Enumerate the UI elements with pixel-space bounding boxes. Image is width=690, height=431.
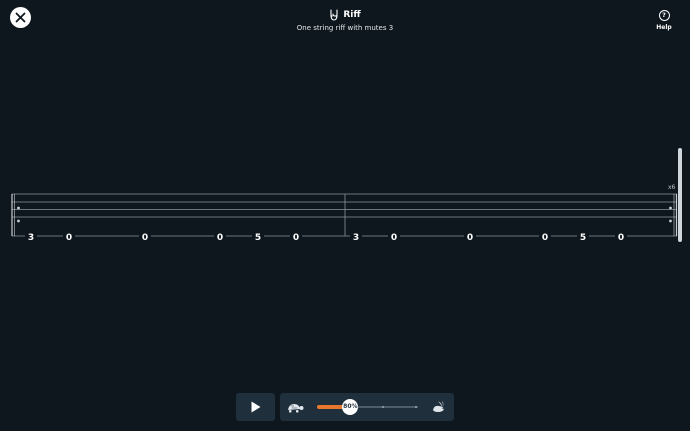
close-icon xyxy=(15,12,26,23)
fret-number: 0 xyxy=(542,233,548,243)
turtle-icon[interactable] xyxy=(286,400,304,414)
help-icon: ? xyxy=(658,10,670,21)
repeat-dot xyxy=(17,219,20,223)
title-row: Riff xyxy=(245,8,445,22)
help-label: Help xyxy=(656,24,672,31)
tab-staff: 3 0 0 0 5 0 3 0 0 0 5 0 xyxy=(11,193,678,243)
fret-number: 5 xyxy=(255,233,261,243)
speed-slider-thumb[interactable]: 80% xyxy=(342,399,359,415)
fret-number: 5 xyxy=(580,233,586,243)
repeat-dot xyxy=(17,206,20,210)
fret-number: 0 xyxy=(217,233,223,243)
repeat-dot xyxy=(669,206,672,210)
app-screen: Riff One string riff with mutes 3 ? Help… xyxy=(0,0,690,431)
scrollbar[interactable] xyxy=(678,148,682,242)
header: Riff One string riff with mutes 3 xyxy=(245,8,445,32)
rock-hand-icon xyxy=(330,9,338,21)
repeat-count: x6 xyxy=(668,184,676,191)
fret-number: 0 xyxy=(618,233,624,243)
fret-number: 0 xyxy=(142,233,148,243)
rabbit-icon[interactable] xyxy=(431,400,447,414)
play-icon xyxy=(251,401,261,413)
speed-control: 80% xyxy=(280,393,454,421)
repeat-dot xyxy=(669,219,672,223)
speed-tick xyxy=(382,406,384,408)
fret-number: 0 xyxy=(391,233,397,243)
play-button[interactable] xyxy=(236,393,275,421)
fret-number: 0 xyxy=(467,233,473,243)
help-button[interactable]: ? Help xyxy=(651,10,677,31)
speed-tick xyxy=(415,406,417,408)
fret-number: 3 xyxy=(353,233,359,243)
close-button[interactable] xyxy=(10,7,31,28)
page-title: Riff xyxy=(343,10,361,20)
fret-number: 0 xyxy=(66,233,72,243)
page-subtitle: One string riff with mutes 3 xyxy=(296,24,394,32)
fret-number: 0 xyxy=(293,233,299,243)
fret-number: 3 xyxy=(28,233,34,243)
